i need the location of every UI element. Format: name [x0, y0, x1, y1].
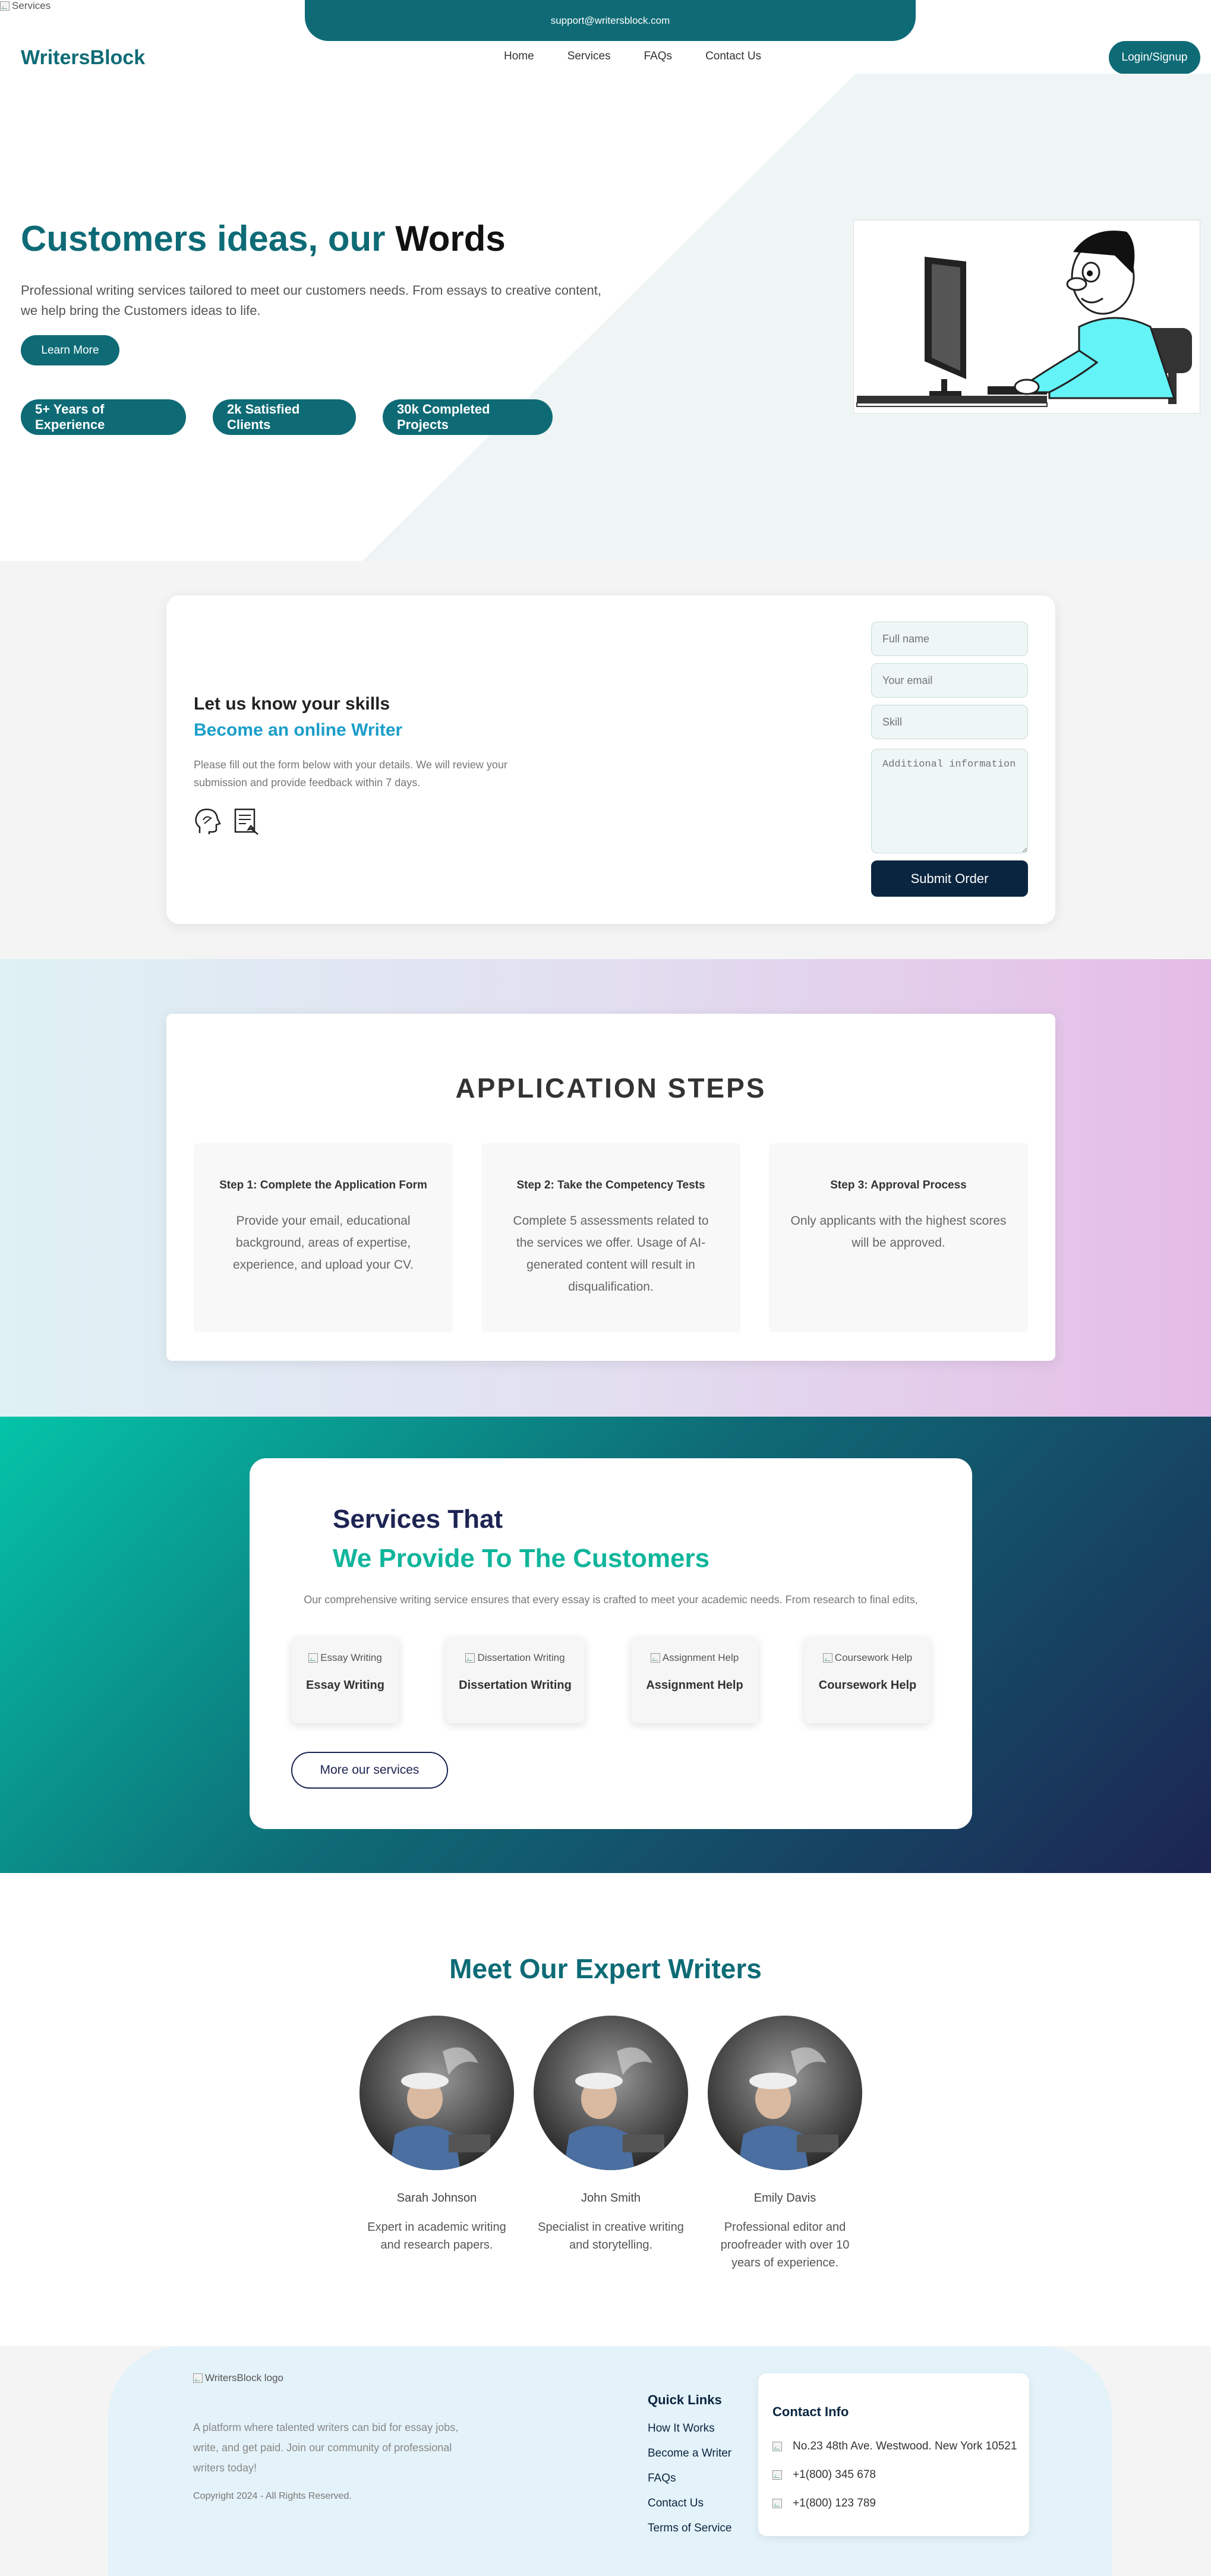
quick-links-title: Quick Links [648, 2392, 722, 2407]
service-label: Essay Writing [306, 1679, 384, 1692]
phone-icon [772, 2470, 782, 2480]
footer-panel: WritersBlock logo A platform where talen… [108, 2346, 1112, 2576]
nav-services[interactable]: Services [567, 50, 611, 63]
location-icon [772, 2442, 782, 2451]
writer-name: Emily Davis [753, 2192, 816, 2205]
footer-link-terms[interactable]: Terms of Service [648, 2522, 731, 2535]
services-card: Services That We Provide To The Customer… [250, 1458, 972, 1829]
full-name-field[interactable] [871, 622, 1028, 656]
service-label: Coursework Help [818, 1679, 917, 1692]
writer-avatar [708, 2016, 862, 2170]
service-assignment-help[interactable]: Assignment Help Assignment Help [631, 1637, 758, 1723]
more-services-button[interactable]: More our services [291, 1752, 448, 1789]
writer-card: John Smith Specialist in creative writin… [534, 2016, 688, 2254]
step-title: Step 1: Complete the Application Form [219, 1179, 427, 1191]
step-title: Step 3: Approval Process [830, 1179, 967, 1191]
footer-link-how-it-works[interactable]: How It Works [648, 2422, 715, 2435]
footer-logo[interactable]: WritersBlock logo [193, 2372, 283, 2384]
nav-home[interactable]: Home [504, 50, 534, 63]
writer-avatar [534, 2016, 688, 2170]
hero-title-dark: Words [395, 219, 506, 258]
footer-link-become-writer[interactable]: Become a Writer [648, 2447, 731, 2460]
hero-illustration [853, 219, 1201, 414]
hero-section: Customers ideas, our Words Professional … [0, 74, 1211, 561]
learn-more-button[interactable]: Learn More [21, 335, 119, 365]
service-dissertation-writing[interactable]: Dissertation Writing Dissertation Writin… [446, 1637, 585, 1723]
become-writer-section: Let us know your skills Become an online… [0, 561, 1211, 959]
step-card: Step 2: Take the Competency Tests Comple… [481, 1143, 740, 1332]
service-coursework-help[interactable]: Coursework Help Coursework Help [805, 1637, 931, 1723]
steps-title: APPLICATION STEPS [455, 1073, 767, 1103]
services-heading: Services That [333, 1505, 503, 1534]
contact-phone-2[interactable]: +1(800) 123 789 [772, 2497, 876, 2510]
service-image: Assignment Help [650, 1652, 739, 1664]
skills-subheading: Become an online Writer [194, 720, 403, 740]
service-image: Essay Writing [308, 1652, 382, 1664]
services-broken-image: Services [0, 0, 51, 12]
skills-description: Please fill out the form below with your… [194, 759, 507, 789]
support-email[interactable]: support@writersblock.com [551, 15, 670, 27]
footer-link-contact[interactable]: Contact Us [648, 2497, 704, 2510]
contact-info-card: Contact Info No.23 48th Ave. Westwood. N… [758, 2373, 1029, 2536]
stat-projects: 30k Completed Projects [383, 399, 553, 435]
brain-icon [194, 807, 221, 838]
expert-writers-section: Meet Our Expert Writers Sarah Johnson Ex… [0, 1873, 1211, 2346]
service-label: Assignment Help [646, 1679, 743, 1692]
nav-faqs[interactable]: FAQs [644, 50, 673, 63]
hero-title-accent: Customers ideas, our [21, 219, 386, 258]
service-essay-writing[interactable]: Essay Writing Essay Writing [291, 1637, 399, 1723]
step-title: Step 2: Take the Competency Tests [516, 1179, 705, 1191]
step-text: Only applicants with the highest scores … [790, 1214, 1007, 1250]
contact-title: Contact Info [772, 2404, 849, 2419]
contact-phone-1[interactable]: +1(800) 345 678 [772, 2468, 876, 2482]
login-signup-button[interactable]: Login/Signup [1109, 41, 1200, 74]
writer-description: Expert in academic writing and research … [367, 2221, 506, 2252]
writer-card: Emily Davis Professional editor and proo… [708, 2016, 862, 2272]
services-description: Our comprehensive writing service ensure… [304, 1594, 918, 1606]
skills-heading: Let us know your skills [194, 694, 390, 714]
application-steps-section: APPLICATION STEPS Step 1: Complete the A… [0, 959, 1211, 1417]
step-text: Provide your email, educational backgrou… [233, 1214, 414, 1272]
footer: WritersBlock logo A platform where talen… [0, 2346, 1211, 2576]
writers-title: Meet Our Expert Writers [449, 1953, 762, 1984]
skills-icons [194, 807, 260, 838]
main-nav: Home Services FAQs Contact Us [504, 50, 794, 63]
submit-order-button[interactable]: Submit Order [871, 860, 1028, 897]
writer-name: Sarah Johnson [396, 2192, 477, 2205]
writer-avatar [359, 2016, 514, 2170]
document-icon [233, 807, 260, 838]
writer-card: Sarah Johnson Expert in academic writing… [359, 2016, 514, 2254]
additional-info-field[interactable] [871, 749, 1028, 853]
service-image: Coursework Help [822, 1652, 912, 1664]
writer-description: Specialist in creative writing and story… [538, 2221, 684, 2252]
site-logo[interactable]: WritersBlock [21, 46, 145, 70]
services-subheading: We Provide To The Customers [333, 1544, 710, 1573]
contact-address: No.23 48th Ave. Westwood. New York 10521 [772, 2440, 1017, 2453]
step-card: Step 1: Complete the Application Form Pr… [194, 1143, 453, 1332]
services-section: Services That We Provide To The Customer… [0, 1417, 1211, 1873]
writer-description: Professional editor and proofreader with… [720, 2221, 850, 2269]
service-label: Dissertation Writing [459, 1679, 572, 1692]
stat-experience: 5+ Years of Experience [21, 399, 186, 435]
hero-title: Customers ideas, our Words [21, 218, 506, 259]
phone-icon [772, 2499, 782, 2508]
writer-name: John Smith [581, 2192, 641, 2205]
step-text: Complete 5 assessments related to the se… [513, 1214, 709, 1294]
footer-description: A platform where talented writers can bi… [193, 2421, 459, 2474]
become-writer-card: Let us know your skills Become an online… [166, 595, 1055, 924]
service-image: Dissertation Writing [465, 1652, 565, 1664]
footer-link-faqs[interactable]: FAQs [648, 2472, 676, 2485]
hero-description: Professional writing services tailored t… [21, 283, 601, 318]
footer-copyright: Copyright 2024 - All Rights Reserved. [193, 2491, 352, 2501]
email-field[interactable] [871, 663, 1028, 698]
support-email-bar[interactable]: support@writersblock.com [305, 0, 916, 41]
step-card: Step 3: Approval Process Only applicants… [769, 1143, 1028, 1332]
stat-clients: 2k Satisfied Clients [213, 399, 356, 435]
nav-contact[interactable]: Contact Us [705, 50, 761, 63]
application-steps-card: APPLICATION STEPS Step 1: Complete the A… [166, 1014, 1055, 1361]
skill-field[interactable] [871, 705, 1028, 739]
